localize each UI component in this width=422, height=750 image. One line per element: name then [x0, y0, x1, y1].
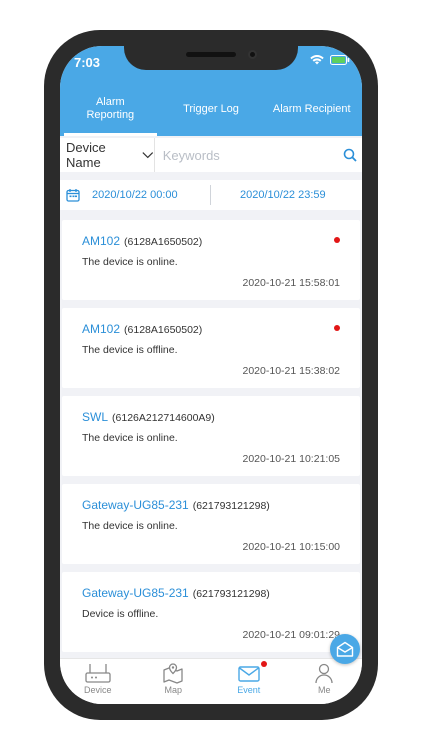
- chevron-down-icon: [142, 152, 154, 159]
- calendar-icon: [66, 189, 80, 202]
- device-sn: (6128A1650502): [124, 236, 203, 248]
- date-range-bar: 2020/10/22 00:00 2020/10/22 23:59: [60, 180, 362, 210]
- bottom-nav: Device Map Event Me: [60, 658, 362, 704]
- device-sn: (621793121298): [192, 500, 270, 512]
- camera: [248, 50, 257, 59]
- device-sn: (6128A1650502): [124, 324, 203, 336]
- event-card[interactable]: Gateway-UG85-231 (621793121298) The devic…: [62, 484, 360, 564]
- event-title: Gateway-UG85-231 (621793121298): [82, 586, 270, 600]
- device-name[interactable]: Gateway-UG85-231: [82, 498, 189, 512]
- tab-label: Alarm Recipient: [272, 102, 351, 115]
- tab-alarm-reporting[interactable]: Alarm Reporting: [60, 82, 161, 136]
- event-timestamp: 2020-10-21 10:21:05: [242, 453, 341, 465]
- unread-dot: [334, 325, 340, 331]
- device-name[interactable]: Gateway-UG85-231: [82, 586, 189, 600]
- device-name-select[interactable]: Device Name: [60, 138, 155, 172]
- nav-map[interactable]: Map: [136, 659, 212, 704]
- nav-me[interactable]: Me: [287, 659, 363, 704]
- event-title: AM102 (6128A1650502): [82, 234, 202, 248]
- event-message: The device is online.: [82, 520, 178, 532]
- unread-dot: [334, 237, 340, 243]
- map-icon: [163, 663, 183, 684]
- nav-event[interactable]: Event: [211, 659, 287, 704]
- tab-bar: Alarm Reporting Trigger Log Alarm Recipi…: [60, 82, 362, 136]
- person-icon: [315, 663, 333, 684]
- event-timestamp: 2020-10-21 15:38:02: [242, 365, 341, 377]
- notification-badge: [260, 661, 267, 667]
- event-title: AM102 (6128A1650502): [82, 322, 202, 336]
- app-screen: 7:03 Alarm Reporting Trigger Log Alarm R…: [60, 46, 362, 704]
- end-date[interactable]: 2020/10/22 23:59: [240, 189, 326, 201]
- battery-icon: [330, 55, 350, 65]
- event-message: The device is offline.: [82, 344, 178, 356]
- nav-device[interactable]: Device: [60, 659, 136, 704]
- start-date[interactable]: 2020/10/22 00:00: [92, 189, 210, 201]
- nav-label: Event: [237, 685, 261, 695]
- envelope-icon: [238, 666, 260, 682]
- event-card[interactable]: SWL (6126A212714600A9) The device is onli…: [62, 396, 360, 476]
- search-button[interactable]: [339, 138, 362, 172]
- envelope-open-icon: [336, 641, 354, 657]
- event-card[interactable]: AM102 (6128A1650502) The device is online…: [62, 220, 360, 300]
- tab-trigger-log[interactable]: Trigger Log: [161, 82, 262, 136]
- event-timestamp: 2020-10-21 09:01:29: [242, 629, 341, 641]
- nav-label: Map: [164, 685, 182, 695]
- notch: [124, 46, 298, 70]
- status-icons: [310, 55, 350, 65]
- event-message: The device is online.: [82, 256, 178, 268]
- tab-label: Trigger Log: [183, 102, 239, 115]
- nav-label: Me: [317, 685, 331, 695]
- select-value: Device Name: [66, 140, 106, 170]
- status-time: 7:03: [74, 55, 101, 70]
- event-card[interactable]: AM102 (6128A1650502) The device is offlin…: [62, 308, 360, 388]
- device-name[interactable]: AM102: [82, 322, 120, 336]
- router-icon: [85, 664, 111, 683]
- date-divider: [210, 185, 211, 205]
- event-title: Gateway-UG85-231 (621793121298): [82, 498, 270, 512]
- tab-alarm-recipient[interactable]: Alarm Recipient: [261, 82, 362, 136]
- wifi-icon: [310, 55, 324, 65]
- event-card[interactable]: Gateway-UG85-231 (621793121298) Device is…: [62, 572, 360, 652]
- device-name[interactable]: SWL: [82, 410, 108, 424]
- event-message: The device is online.: [82, 432, 178, 444]
- device-name[interactable]: AM102: [82, 234, 120, 248]
- phone-frame: 7:03 Alarm Reporting Trigger Log Alarm R…: [44, 30, 378, 720]
- device-sn: (621793121298): [192, 588, 270, 600]
- keyword-search-input[interactable]: [154, 138, 339, 172]
- event-timestamp: 2020-10-21 15:58:01: [242, 277, 341, 289]
- message-fab[interactable]: [330, 634, 360, 664]
- event-timestamp: 2020-10-21 10:15:00: [242, 541, 341, 553]
- search-icon: [344, 148, 357, 162]
- event-message: Device is offline.: [82, 608, 159, 620]
- device-sn: (6126A212714600A9): [112, 412, 215, 424]
- event-title: SWL (6126A212714600A9): [82, 410, 215, 424]
- tab-label: Alarm Reporting: [86, 96, 135, 121]
- nav-label: Device: [83, 685, 112, 695]
- filter-bar: Device Name: [60, 138, 362, 172]
- speaker: [186, 52, 236, 57]
